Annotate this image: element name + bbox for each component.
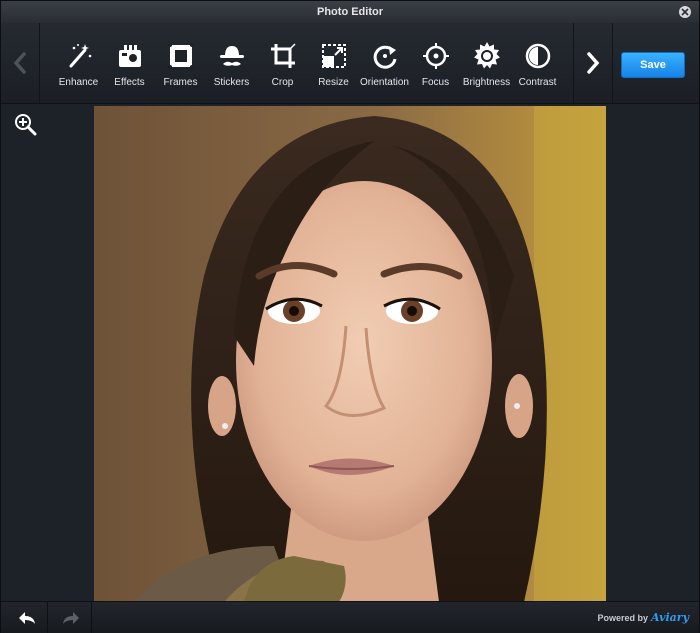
focus-icon bbox=[421, 41, 451, 71]
tools-next-button[interactable] bbox=[573, 23, 613, 103]
tool-frames[interactable]: Frames bbox=[155, 23, 206, 103]
resize-icon bbox=[319, 41, 349, 71]
tools-prev-button[interactable] bbox=[1, 23, 40, 103]
bottom-bar: Powered by Aviary bbox=[1, 601, 699, 633]
save-button[interactable]: Save bbox=[621, 52, 685, 78]
redo-button[interactable] bbox=[51, 602, 92, 633]
photo-editor-window: Photo Editor Enhance Effects Frames Stic… bbox=[0, 0, 700, 633]
tool-label: Orientation bbox=[360, 77, 409, 88]
tool-effects[interactable]: Effects bbox=[104, 23, 155, 103]
tool-label: Stickers bbox=[213, 77, 250, 88]
chevron-right-icon bbox=[587, 52, 600, 74]
sticker-hat-icon bbox=[217, 41, 247, 71]
undo-button[interactable] bbox=[7, 602, 48, 633]
powered-by-label: Powered by bbox=[597, 613, 649, 623]
zoom-in-button[interactable] bbox=[13, 112, 37, 136]
magic-wand-icon bbox=[64, 41, 94, 71]
tool-contrast[interactable]: Contrast bbox=[512, 23, 563, 103]
powered-by: Powered by Aviary bbox=[598, 611, 690, 624]
chevron-left-icon bbox=[13, 52, 26, 74]
rotate-icon bbox=[370, 41, 400, 71]
tool-bar: Enhance Effects Frames Stickers Crop Res… bbox=[1, 23, 699, 104]
tool-label: Effects bbox=[114, 77, 145, 88]
tool-crop[interactable]: Crop bbox=[257, 23, 308, 103]
tool-stickers[interactable]: Stickers bbox=[206, 23, 257, 103]
canvas-area bbox=[1, 104, 699, 602]
window-title: Photo Editor bbox=[317, 6, 383, 18]
close-icon bbox=[681, 8, 689, 16]
tool-label: Focus bbox=[421, 77, 450, 88]
crop-icon bbox=[268, 41, 298, 71]
tool-resize[interactable]: Resize bbox=[308, 23, 359, 103]
zoom-in-icon bbox=[15, 114, 37, 136]
brand-logo[interactable]: Aviary bbox=[651, 611, 689, 624]
redo-arrow-icon bbox=[63, 611, 79, 624]
tool-label: Resize bbox=[318, 77, 349, 88]
tool-label: Enhance bbox=[58, 77, 99, 88]
brightness-icon bbox=[472, 41, 502, 71]
tool-orientation[interactable]: Orientation bbox=[359, 23, 410, 103]
portrait-photo bbox=[94, 106, 606, 602]
tool-label: Frames bbox=[163, 77, 198, 88]
contrast-icon bbox=[523, 41, 553, 71]
photo-canvas[interactable] bbox=[94, 106, 606, 602]
effects-icon bbox=[115, 41, 145, 71]
tool-brightness[interactable]: Brightness bbox=[461, 23, 512, 103]
tool-enhance[interactable]: Enhance bbox=[53, 23, 104, 103]
undo-arrow-icon bbox=[19, 611, 35, 624]
close-button[interactable] bbox=[679, 6, 691, 18]
tool-list: Enhance Effects Frames Stickers Crop Res… bbox=[53, 23, 563, 103]
tool-label: Brightness bbox=[462, 77, 511, 88]
tool-label: Contrast bbox=[518, 77, 557, 88]
tool-label: Crop bbox=[271, 77, 294, 88]
tool-focus[interactable]: Focus bbox=[410, 23, 461, 103]
frame-icon bbox=[166, 41, 196, 71]
title-bar: Photo Editor bbox=[1, 1, 699, 24]
